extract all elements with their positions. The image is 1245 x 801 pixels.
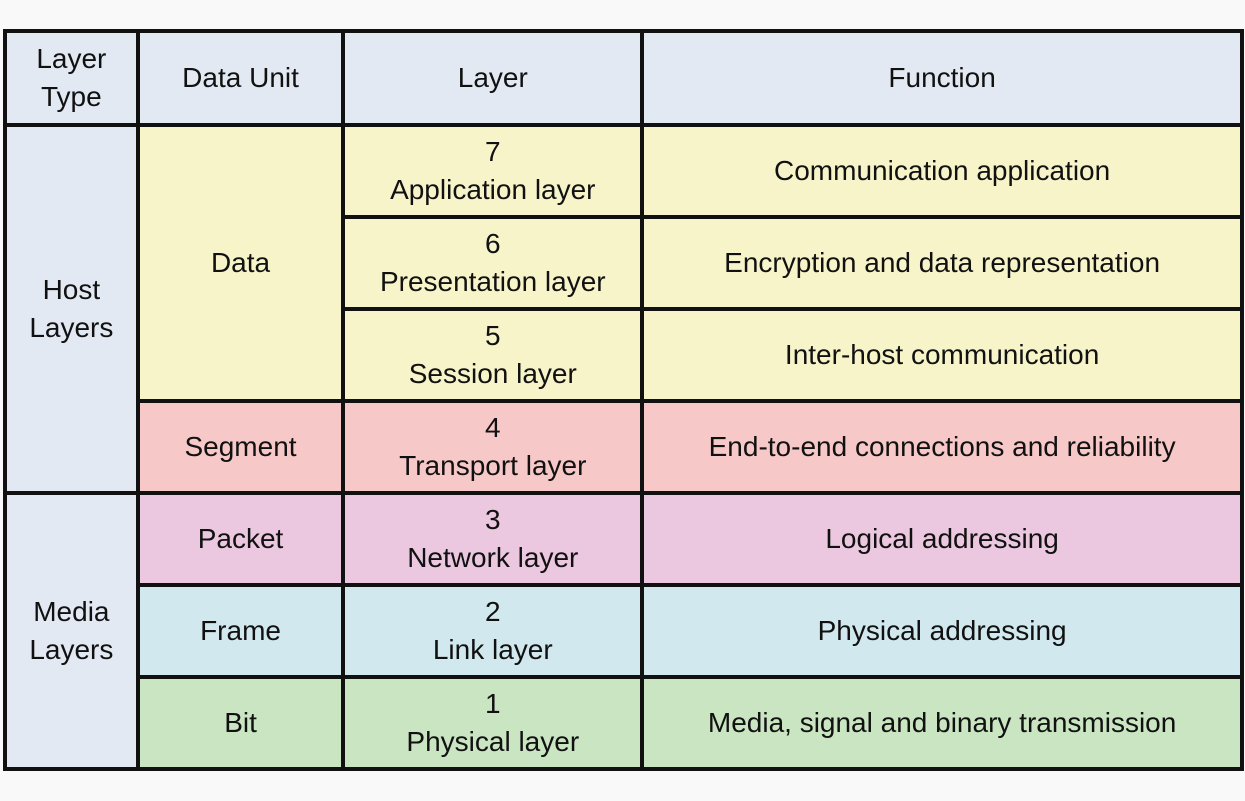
table-row: Media Layers Packet 3 Network layer Logi… xyxy=(3,491,1244,771)
data-unit-bit: Bit xyxy=(135,675,346,771)
layer-3: 3 Network layer xyxy=(341,491,645,587)
group-media-line1: Media xyxy=(33,596,110,627)
group-media-layers: Media Layers xyxy=(3,491,140,771)
layer-5: 5 Session layer xyxy=(341,307,645,403)
group-host-line1: Host xyxy=(42,274,101,305)
group-media-line2: Layers xyxy=(29,634,114,665)
function-7: Communication application xyxy=(640,123,1244,219)
header-layer: Layer xyxy=(341,29,645,127)
header-function: Function xyxy=(640,29,1244,127)
layer-1: 1 Physical layer xyxy=(341,675,645,771)
layer-number: 5 xyxy=(485,320,501,351)
function-5: Inter-host communication xyxy=(640,307,1244,403)
header-data-unit: Data Unit xyxy=(135,29,346,127)
data-unit-frame: Frame xyxy=(135,583,346,679)
layer-6: 6 Presentation layer xyxy=(341,215,645,311)
layer-name: Application layer xyxy=(390,174,596,205)
layer-number: 4 xyxy=(485,412,501,443)
table-row: Frame 2 Link layer Physical addressing xyxy=(5,583,1244,679)
data-unit-packet: Packet xyxy=(135,491,346,587)
header-row: Layer Type Data Unit Layer Function xyxy=(3,29,1244,127)
layer-name: Presentation layer xyxy=(379,266,606,297)
group-host-layers: Host Layers xyxy=(3,123,140,495)
layer-number: 2 xyxy=(485,596,501,627)
layer-name: Session layer xyxy=(408,358,577,389)
data-unit-segment: Segment xyxy=(135,399,346,495)
function-3: Logical addressing xyxy=(640,491,1244,587)
osi-model-table: Layer Type Data Unit Layer Function Host… xyxy=(3,29,1244,771)
layer-name: Physical layer xyxy=(406,726,580,757)
function-1: Media, signal and binary transmission xyxy=(640,675,1244,771)
table-row: Segment 4 Transport layer End-to-end con… xyxy=(5,399,1244,495)
layer-4: 4 Transport layer xyxy=(341,399,645,495)
function-4: End-to-end connections and reliability xyxy=(640,399,1244,495)
layer-number: 3 xyxy=(485,504,501,535)
header-layer-type-line2: Type xyxy=(41,81,102,112)
group-host-line2: Layers xyxy=(29,312,114,343)
layer-name: Link layer xyxy=(432,634,553,665)
data-unit-data: Data xyxy=(135,123,346,403)
header-layer-type-line1: Layer xyxy=(36,43,107,74)
layer-number: 6 xyxy=(485,228,501,259)
table-row: Bit 1 Physical layer Media, signal and b… xyxy=(5,675,1244,771)
function-2: Physical addressing xyxy=(640,583,1244,679)
function-6: Encryption and data representation xyxy=(640,215,1244,311)
layer-number: 1 xyxy=(485,688,501,719)
layer-name: Transport layer xyxy=(399,450,587,481)
layer-2: 2 Link layer xyxy=(341,583,645,679)
layer-number: 7 xyxy=(485,136,501,167)
header-layer-type: Layer Type xyxy=(3,29,140,127)
layer-name: Network layer xyxy=(407,542,579,573)
layer-7: 7 Application layer xyxy=(341,123,645,219)
table-row: Host Layers Data 7 Application layer Com… xyxy=(3,123,1244,495)
